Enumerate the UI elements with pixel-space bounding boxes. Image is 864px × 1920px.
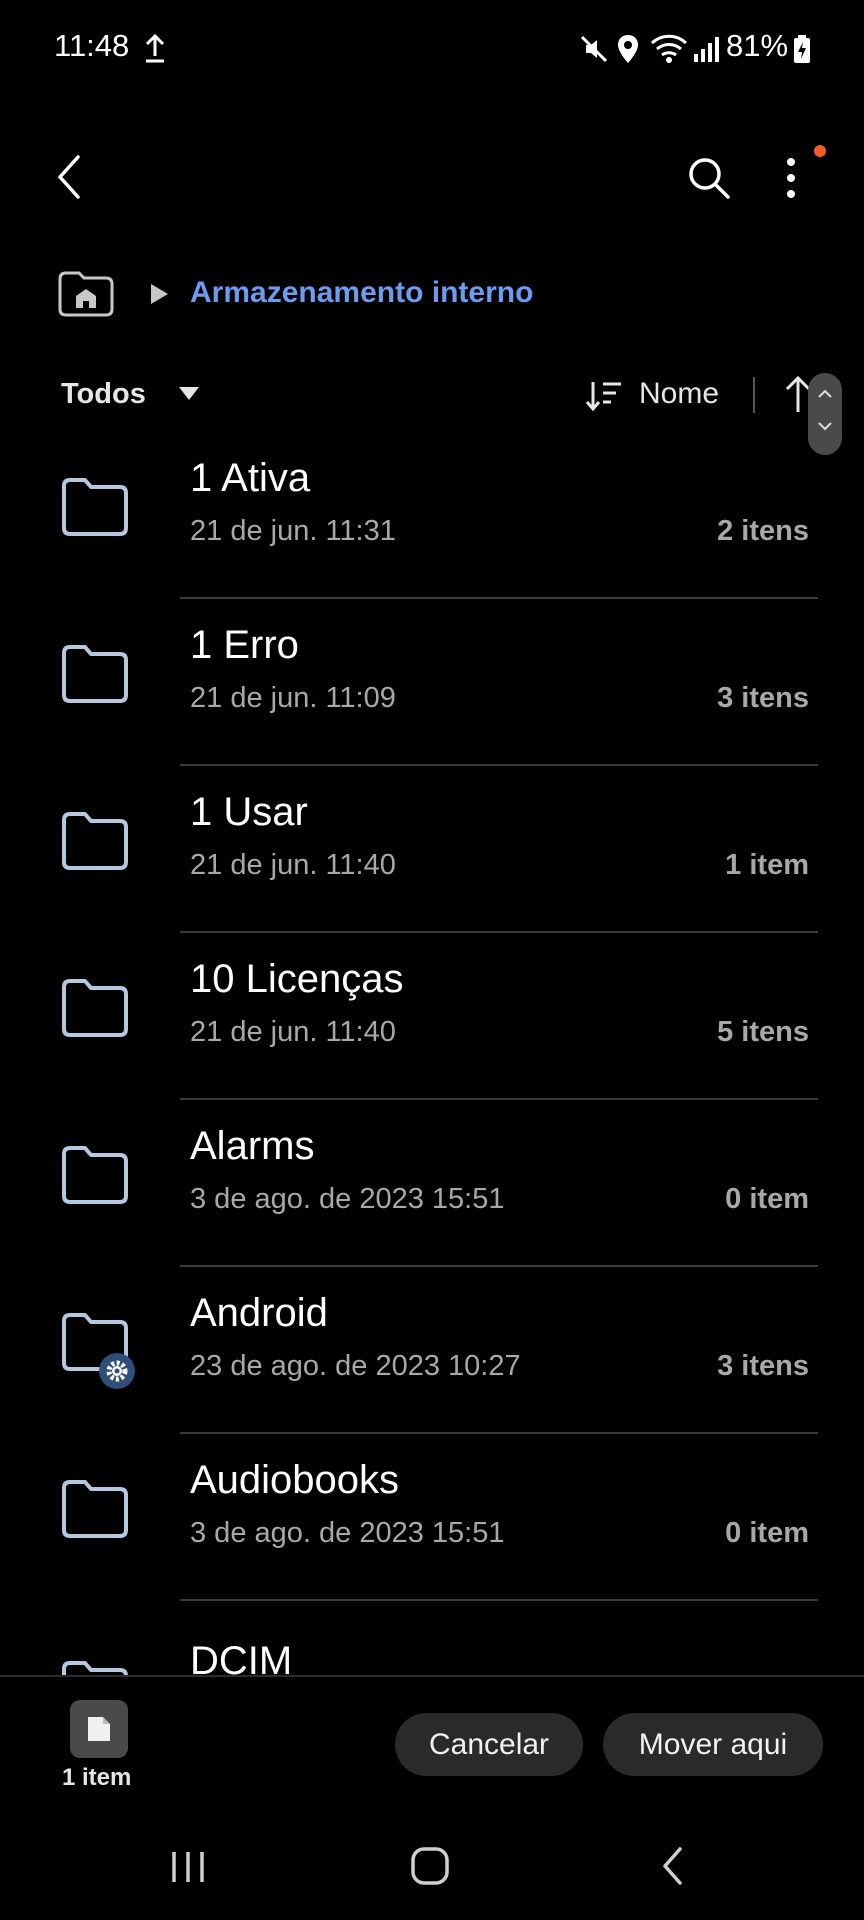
folder-icon [62, 1480, 128, 1538]
scroll-up-icon [818, 389, 832, 398]
status-time: 11:48 [54, 28, 130, 63]
wifi-icon [650, 34, 688, 63]
folder-item-count: 3 itens [717, 682, 809, 714]
folder-item-count: 5 itens [717, 1016, 809, 1048]
folder-icon [62, 812, 128, 870]
breadcrumb-arrow-icon [151, 284, 168, 304]
selected-file-thumbnail [70, 1700, 128, 1758]
folder-row[interactable]: 1 Usar 21 de jun. 11:40 1 item [0, 766, 864, 933]
folder-item-count: 3 itens [717, 1350, 809, 1382]
folder-name: Audiobooks [190, 1458, 400, 1502]
folder-icon [62, 1661, 128, 1675]
mute-icon [580, 35, 608, 63]
bottom-bar-divider [0, 1675, 864, 1677]
location-icon [618, 35, 638, 63]
folder-row[interactable]: 1 Erro 21 de jun. 11:09 3 itens [0, 599, 864, 766]
folder-date: 21 de jun. 11:09 [190, 682, 396, 714]
home-storage-button[interactable] [57, 270, 115, 318]
folder-date: 3 de ago. de 2023 15:51 [190, 1517, 505, 1549]
notification-dot [814, 145, 826, 157]
more-options-button[interactable] [784, 156, 798, 200]
dropdown-arrow-icon[interactable] [177, 385, 201, 403]
folder-row[interactable]: Alarms 3 de ago. de 2023 15:51 0 item [0, 1100, 864, 1267]
folder-date: 3 de ago. de 2023 15:51 [190, 1183, 505, 1215]
folder-icon [62, 645, 128, 703]
folder-row[interactable]: 10 Licenças 21 de jun. 11:40 5 itens [0, 933, 864, 1100]
system-folder-gear-icon [99, 1353, 135, 1389]
back-button[interactable] [52, 153, 84, 201]
folder-name: 10 Licenças [190, 957, 404, 1001]
filter-dropdown[interactable]: Todos [61, 378, 146, 411]
sort-divider [753, 377, 755, 413]
folder-row[interactable]: Audiobooks 3 de ago. de 2023 15:51 0 ite… [0, 1434, 864, 1601]
folder-date: 21 de jun. 11:31 [190, 515, 396, 547]
folder-item-count: 2 itens [717, 515, 809, 547]
folder-icon [62, 478, 128, 536]
move-here-button[interactable]: Mover aqui [603, 1713, 823, 1776]
folder-name: Alarms [190, 1124, 315, 1168]
folder-item-count: 0 item [725, 1183, 809, 1215]
search-button[interactable] [686, 155, 732, 201]
folder-name: 1 Ativa [190, 456, 311, 500]
upload-icon [145, 33, 165, 63]
signal-icon [694, 37, 719, 62]
folder-date: 23 de ago. de 2023 10:27 [190, 1350, 521, 1382]
folder-name: 1 Erro [190, 623, 299, 667]
folder-name: Android [190, 1291, 328, 1335]
folder-name: DCIM [190, 1639, 293, 1675]
nav-back-button[interactable] [658, 1846, 688, 1886]
breadcrumb-location[interactable]: Armazenamento interno [190, 276, 533, 310]
scroll-down-icon [818, 422, 832, 431]
file-icon [88, 1717, 110, 1741]
folder-item-count: 1 item [725, 849, 809, 881]
sort-field-label[interactable]: Nome [639, 377, 719, 411]
folder-row-partial[interactable]: DCIM [0, 1601, 864, 1675]
cancel-button[interactable]: Cancelar [395, 1713, 583, 1776]
battery-icon [794, 35, 810, 63]
home-button[interactable] [410, 1846, 450, 1886]
folder-icon [62, 979, 128, 1037]
folder-item-count: 0 item [725, 1517, 809, 1549]
battery-percentage: 81% [726, 28, 789, 63]
folder-name: 1 Usar [190, 790, 308, 834]
folder-icon [62, 1146, 128, 1204]
folder-date: 21 de jun. 11:40 [190, 849, 396, 881]
sort-icon[interactable] [585, 378, 625, 414]
recent-apps-button[interactable] [168, 1849, 208, 1885]
selected-item-count: 1 item [62, 1764, 132, 1791]
folder-date: 21 de jun. 11:40 [190, 1016, 396, 1048]
folder-row[interactable]: 1 Ativa 21 de jun. 11:31 2 itens [0, 432, 864, 599]
folder-row[interactable]: Android 23 de ago. de 2023 10:27 3 itens [0, 1267, 864, 1434]
